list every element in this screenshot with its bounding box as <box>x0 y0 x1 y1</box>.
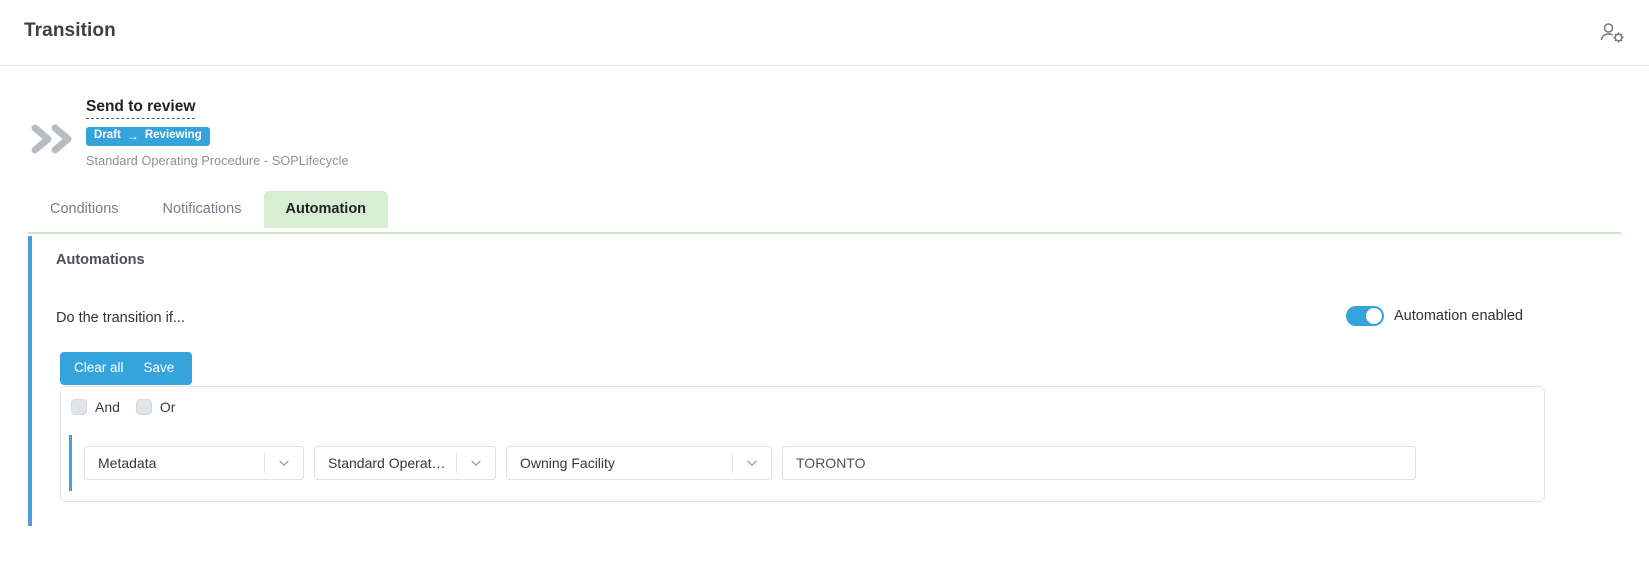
automation-enabled-toggle[interactable] <box>1346 306 1384 326</box>
logic-operator-row: And Or <box>71 399 183 415</box>
badge-arrow-icon: → <box>126 129 139 143</box>
condition-attribute-value: Owning Facility <box>520 455 615 471</box>
badge-from-state: Draft <box>94 129 121 142</box>
transition-name[interactable]: Send to review <box>86 98 196 119</box>
tab-bar: Conditions Notifications Automation <box>28 191 389 228</box>
condition-value-input[interactable] <box>783 447 1415 479</box>
and-label: And <box>95 399 120 415</box>
condition-source-dropdown[interactable]: Metadata <box>84 446 304 480</box>
and-checkbox[interactable] <box>71 399 87 415</box>
clear-all-button[interactable]: Clear all <box>60 352 138 385</box>
badge-to-state: Reviewing <box>144 129 202 142</box>
automations-panel-title: Automations <box>56 252 145 268</box>
chevron-down-icon <box>733 456 771 470</box>
automations-panel: Automations Do the transition if... Auto… <box>28 236 1621 526</box>
action-button-group: Clear all Save <box>60 352 193 385</box>
tab-notifications[interactable]: Notifications <box>141 191 264 228</box>
user-gear-icon[interactable] <box>1597 18 1627 48</box>
automation-toggle-label: Automation enabled <box>1394 308 1523 324</box>
double-chevron-right-icon <box>29 118 81 160</box>
transition-automation-page: Transition Send to review Draft → Review… <box>0 0 1649 567</box>
transition-info: Send to review Draft → Reviewing Standar… <box>86 98 349 168</box>
chevron-down-icon <box>457 456 495 470</box>
or-checkbox[interactable] <box>135 399 152 415</box>
condition-document-type-value: Standard Operatin... <box>328 455 455 471</box>
automation-toggle-group: Automation enabled <box>1346 306 1523 326</box>
condition-document-type-dropdown[interactable]: Standard Operatin... <box>314 446 496 480</box>
transition-subtitle: Standard Operating Procedure - SOPLifecy… <box>86 154 349 168</box>
condition-source-value: Metadata <box>98 455 157 471</box>
top-bar: Transition <box>0 0 1649 66</box>
condition-group-box: And Or Metadata Standard Operatin... Own… <box>60 386 1545 502</box>
condition-row: Metadata Standard Operatin... Owning Fac… <box>69 435 1532 491</box>
page-title: Transition <box>24 20 116 41</box>
tab-automation[interactable]: Automation <box>263 191 389 228</box>
tab-conditions[interactable]: Conditions <box>28 191 141 228</box>
save-button[interactable]: Save <box>137 352 193 385</box>
chevron-down-icon <box>265 456 303 470</box>
toggle-knob <box>1366 308 1382 324</box>
or-label: Or <box>159 399 176 415</box>
tab-underline <box>28 232 1621 234</box>
condition-value-field[interactable] <box>782 446 1416 480</box>
status-badge: Draft → Reviewing <box>86 127 210 146</box>
do-transition-label: Do the transition if... <box>56 310 185 326</box>
transition-header: Send to review Draft → Reviewing Standar… <box>0 66 1649 181</box>
condition-attribute-dropdown[interactable]: Owning Facility <box>506 446 772 480</box>
